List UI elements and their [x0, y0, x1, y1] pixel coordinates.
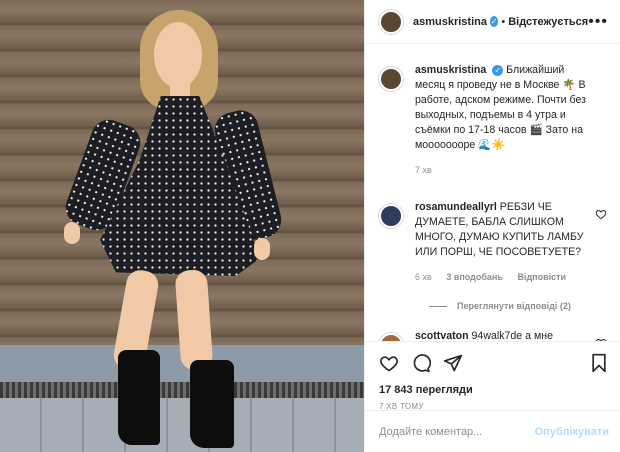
caption-text: Ближайший месяц я проведу не в Москве 🌴 … — [415, 64, 586, 151]
comment-likes[interactable]: 3 вподобань — [446, 272, 503, 282]
publish-button[interactable]: Опублікувати — [535, 426, 609, 438]
comment-username[interactable]: rosamundeallyrl — [415, 201, 497, 213]
caption-row: asmuskristina ✓ Ближайший месяц я провед… — [379, 63, 607, 178]
caption-time[interactable]: 7 хв — [415, 165, 432, 175]
action-icons — [379, 348, 609, 378]
more-options-icon[interactable]: ••• — [588, 13, 608, 31]
separator-dot: • — [501, 15, 506, 28]
caption-username[interactable]: asmuskristina — [415, 64, 486, 76]
post-media[interactable] — [0, 0, 364, 452]
post-side-panel: asmuskristina ✓ • Відстежується ••• asmu… — [364, 0, 620, 452]
comment-row: rosamundeallyrl РЕБЗИ ЧЕ ДУМАЕТЕ, БАБЛА … — [379, 200, 607, 285]
pavement — [0, 398, 364, 452]
views-count[interactable]: 17 843 перегляди — [379, 384, 609, 396]
add-comment-bar: Опублікувати — [365, 410, 620, 452]
left-boot — [118, 350, 160, 445]
following-button[interactable]: Відстежується — [508, 16, 588, 28]
person-right-leg — [174, 269, 214, 371]
commenter-avatar[interactable] — [379, 204, 403, 228]
comment-row: scottvaton 94walk7de а мне — [379, 329, 607, 341]
commenter-avatar[interactable] — [379, 333, 403, 341]
caption-body: asmuskristina ✓ Ближайший месяц я провед… — [415, 63, 595, 178]
author-avatar[interactable] — [379, 67, 403, 91]
post-actions: 17 843 перегляди 7 ХВ ТОМУ — [365, 341, 620, 411]
reply-button[interactable]: Відповісти — [517, 272, 566, 282]
view-replies-button[interactable]: Переглянути відповіді (2) — [429, 301, 607, 311]
post-header: asmuskristina ✓ • Відстежується ••• — [365, 0, 620, 44]
right-boot — [190, 360, 234, 448]
person-face — [154, 22, 202, 88]
person-left-hand — [64, 222, 80, 244]
author-username[interactable]: asmuskristina — [413, 16, 487, 28]
person-right-hand — [254, 238, 270, 260]
like-comment-heart-icon[interactable] — [595, 208, 607, 220]
drain-grate — [0, 382, 364, 398]
comment-time[interactable]: 6 хв — [415, 272, 432, 282]
replies-line — [429, 305, 447, 307]
save-bookmark-icon[interactable] — [589, 353, 609, 373]
comment-body: scottvaton 94walk7de а мне — [415, 329, 595, 341]
comments-list[interactable]: asmuskristina ✓ Ближайший месяц я провед… — [365, 45, 620, 341]
comment-text: 94walk7de а мне — [471, 330, 553, 341]
comment-body: rosamundeallyrl РЕБЗИ ЧЕ ДУМАЕТЕ, БАБЛА … — [415, 200, 595, 285]
comment-username[interactable]: scottvaton — [415, 330, 469, 341]
caption-meta: 7 хв — [415, 163, 595, 178]
comment-bubble-icon[interactable] — [411, 353, 431, 373]
author-avatar[interactable] — [379, 9, 403, 34]
like-heart-icon[interactable] — [379, 353, 399, 373]
view-replies-label: Переглянути відповіді (2) — [457, 301, 571, 311]
comment-input[interactable] — [379, 425, 535, 438]
verified-badge-icon: ✓ — [492, 65, 504, 76]
share-paper-plane-icon[interactable] — [443, 353, 463, 373]
verified-badge-icon: ✓ — [489, 16, 499, 27]
comment-meta: 6 хв 3 вподобань Відповісти — [415, 270, 595, 285]
